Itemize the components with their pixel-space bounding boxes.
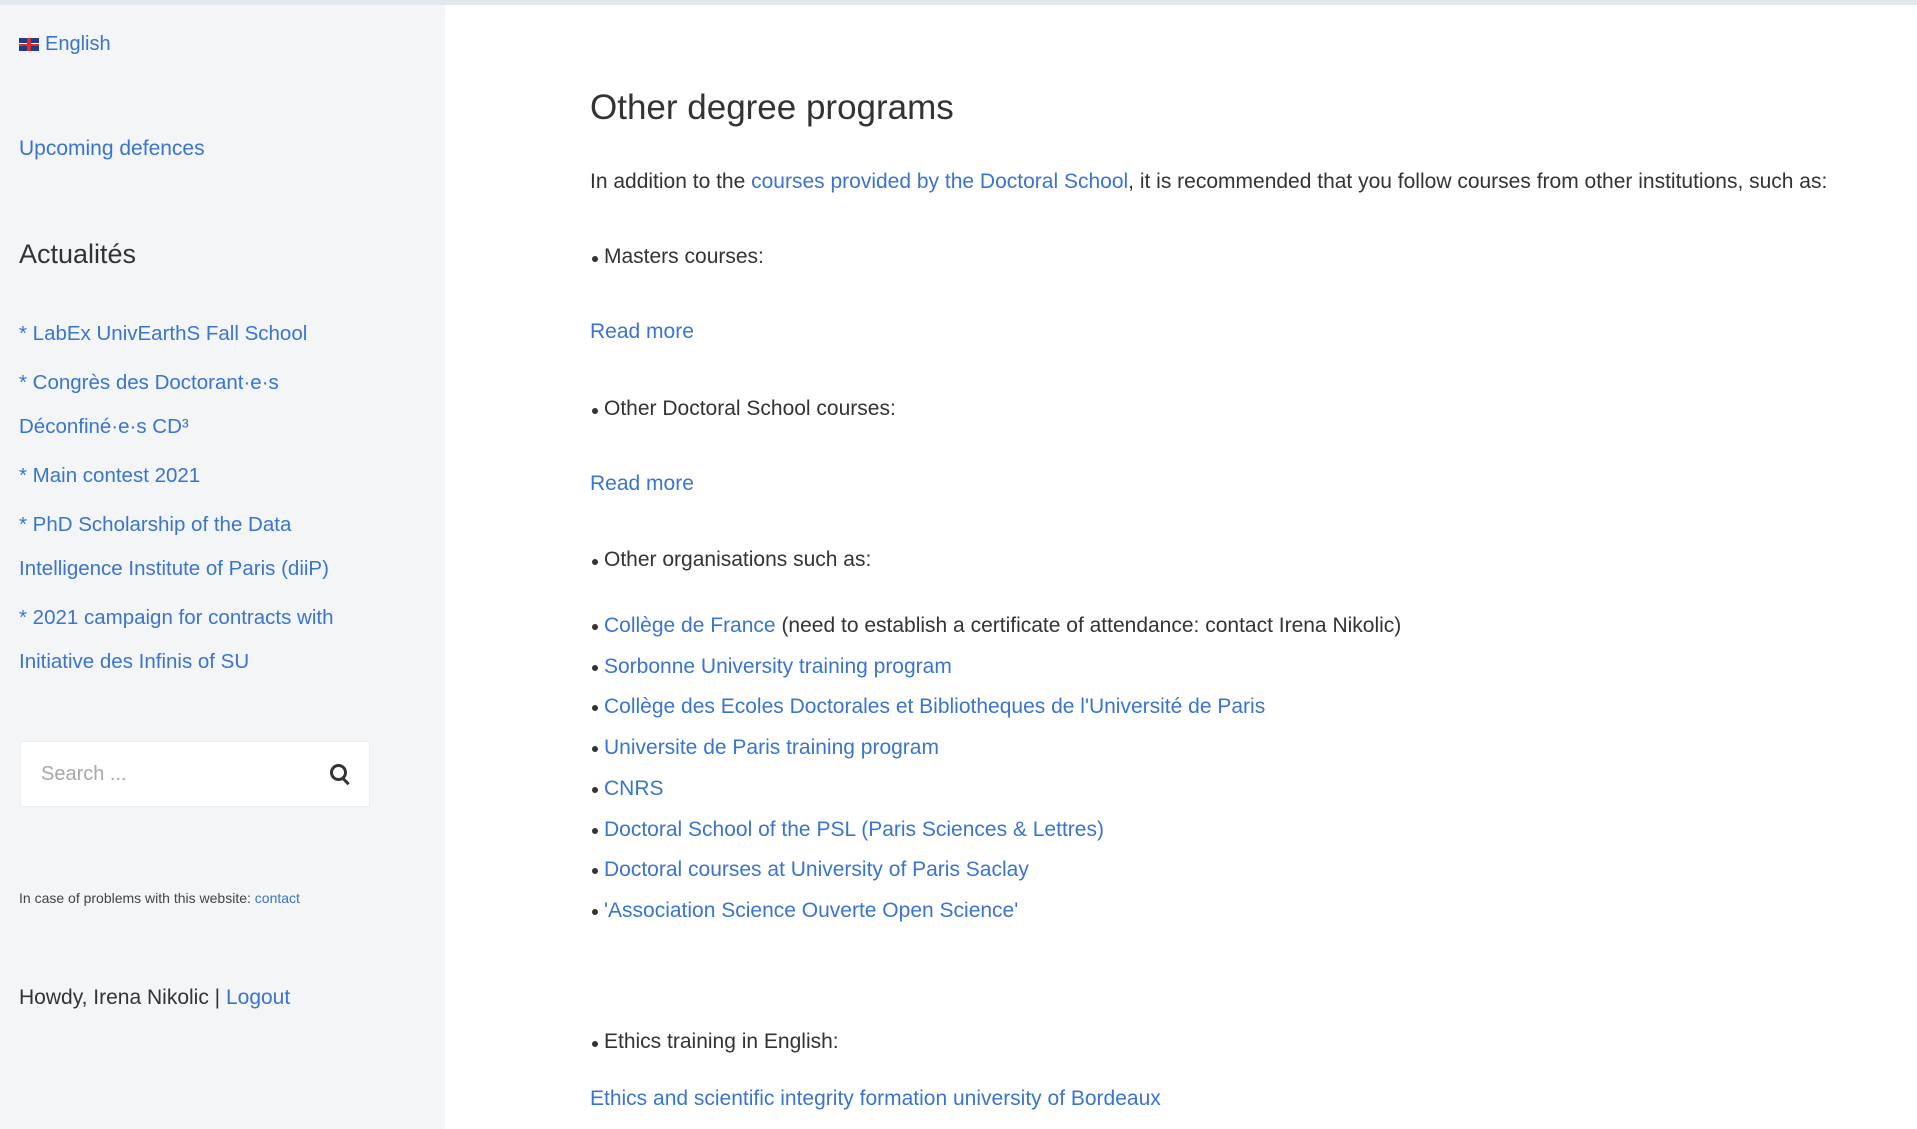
list-item: Doctoral School of the PSL (Paris Scienc… [591,810,1401,851]
search-form [20,741,370,807]
page-title: Other degree programs [590,88,954,127]
news-link[interactable]: * PhD Scholarship of the Data Intelligen… [19,513,329,580]
news-link[interactable]: * Main contest 2021 [19,464,200,487]
psl-doctoral-school-link[interactable]: Doctoral School of the PSL (Paris Scienc… [604,818,1104,841]
news-item: * Main contest 2021 [19,454,379,498]
news-link[interactable]: * LabEx UnivEarthS Fall School [19,322,307,345]
problems-text: In case of problems with this website: [19,890,255,906]
user-greeting: Howdy, Irena Nikolic | Logout [19,986,290,1010]
main-content: Other degree programs In addition to the… [590,5,1917,1129]
list-item: Doctoral courses at University of Paris … [591,850,1401,891]
language-switcher[interactable]: English [19,33,111,56]
news-list: * LabEx UnivEarthS Fall School * Congrès… [19,312,379,689]
intro-text-before: In addition to the [590,170,752,193]
logout-link[interactable]: Logout [226,986,290,1009]
list-item: Collège de France (need to establish a c… [591,606,1402,647]
sidebar: English Upcoming defences Actualités * L… [0,5,445,1129]
other-doctoral-courses-item: Other Doctoral School courses: [592,397,896,420]
masters-courses-item: Masters courses: [592,245,764,268]
list-item: Sorbonne University training program [591,647,1401,688]
college-de-france-link[interactable]: Collège de France [604,614,776,637]
paris-saclay-courses-link[interactable]: Doctoral courses at University of Paris … [604,858,1029,881]
news-link[interactable]: * 2021 campaign for contracts with Initi… [19,606,334,673]
uk-flag-icon [19,38,39,51]
upcoming-defences-link[interactable]: Upcoming defences [19,137,205,161]
news-item: * 2021 campaign for contracts with Initi… [19,596,379,684]
contact-link[interactable]: contact [255,890,300,906]
search-icon[interactable] [329,763,351,785]
college-ecoles-doctorales-link[interactable]: Collège des Ecoles Doctorales et Bibliot… [604,695,1265,718]
doctoral-school-courses-link[interactable]: courses provided by the Doctoral School [751,170,1128,193]
news-heading: Actualités [19,239,137,269]
sorbonne-training-link[interactable]: Sorbonne University training program [604,655,952,678]
greeting-text: Howdy, Irena Nikolic | [19,986,226,1009]
universite-de-paris-training-link[interactable]: Universite de Paris training program [604,736,939,759]
search-input[interactable] [39,761,303,787]
list-item: 'Association Science Ouverte Open Scienc… [591,891,1401,932]
list-item: Collège des Ecoles Doctorales et Bibliot… [591,687,1401,728]
list-item: CNRS [591,769,1401,810]
organisations-list: Collège de France (need to establish a c… [591,606,1402,932]
news-item: * PhD Scholarship of the Data Intelligen… [19,503,379,591]
news-link[interactable]: * Congrès des Doctorant·e·s Déconfiné·e·… [19,371,279,438]
science-ouverte-link[interactable]: 'Association Science Ouverte Open Scienc… [604,899,1018,922]
read-more-link[interactable]: Read more [590,472,694,496]
problems-notice: In case of problems with this website: c… [19,890,300,906]
news-item: * Congrès des Doctorant·e·s Déconfiné·e·… [19,361,379,449]
intro-paragraph: In addition to the courses provided by t… [590,170,1827,194]
read-more-link[interactable]: Read more [590,320,694,344]
ethics-bordeaux-link[interactable]: Ethics and scientific integrity formatio… [590,1087,1161,1111]
language-link[interactable]: English [45,33,111,56]
news-item: * LabEx UnivEarthS Fall School [19,312,379,356]
cnrs-link[interactable]: CNRS [604,777,664,800]
other-organisations-item: Other organisations such as: [591,548,872,571]
list-item: Universite de Paris training program [591,728,1401,769]
intro-text-after: , it is recommended that you follow cour… [1128,170,1828,193]
org-note: (need to establish a certificate of atte… [775,614,1402,637]
ethics-training-item: Ethics training in English: [592,1030,839,1053]
